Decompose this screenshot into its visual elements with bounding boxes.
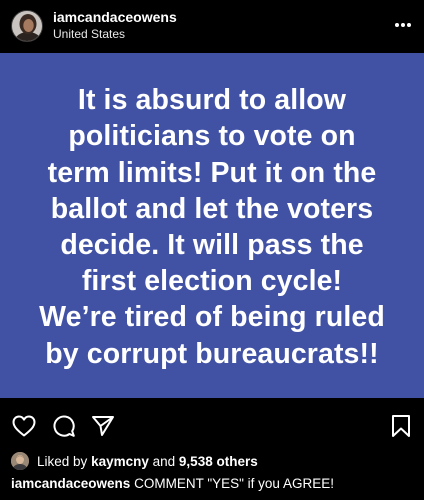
like-button[interactable]	[11, 413, 37, 439]
likes-summary[interactable]: Liked by kaymcny and 9,538 others	[11, 451, 258, 471]
likes-count-link[interactable]: 9,538 others	[179, 454, 258, 469]
liker-picture-icon	[11, 452, 29, 470]
comment-button[interactable]	[51, 413, 77, 439]
action-bar	[0, 405, 424, 445]
likes-conjunction: and	[152, 453, 176, 469]
user-info: iamcandaceowens United States	[53, 9, 177, 42]
caption-username-link[interactable]: iamcandaceowens	[11, 476, 130, 491]
save-button[interactable]	[388, 413, 414, 439]
paper-plane-icon	[92, 416, 114, 436]
profile-picture-icon	[12, 11, 42, 41]
caption-text: COMMENT "YES" if you AGREE!	[134, 476, 334, 491]
username-link[interactable]: iamcandaceowens	[53, 9, 177, 26]
liker-username-link[interactable]: kaymcny	[91, 454, 149, 469]
bookmark-icon	[392, 415, 410, 437]
liker-avatar	[11, 452, 29, 470]
heart-icon	[12, 415, 36, 437]
post-image[interactable]: It is absurd to allow politicians to vot…	[0, 53, 424, 398]
comment-bubble-icon	[53, 415, 75, 437]
ellipsis-icon	[395, 23, 411, 27]
instagram-post: iamcandaceowens United States It is absu…	[0, 0, 424, 500]
more-options-button[interactable]	[392, 14, 414, 36]
profile-avatar[interactable]	[11, 10, 43, 42]
post-caption: iamcandaceowens COMMENT "YES" if you AGR…	[11, 475, 419, 493]
post-image-text: It is absurd to allow politicians to vot…	[39, 84, 385, 370]
post-header: iamcandaceowens United States	[0, 0, 424, 52]
likes-prefix: Liked by	[37, 453, 88, 469]
likes-text: Liked by kaymcny and 9,538 others	[37, 454, 258, 469]
share-button[interactable]	[90, 413, 116, 439]
location-link[interactable]: United States	[53, 27, 177, 42]
